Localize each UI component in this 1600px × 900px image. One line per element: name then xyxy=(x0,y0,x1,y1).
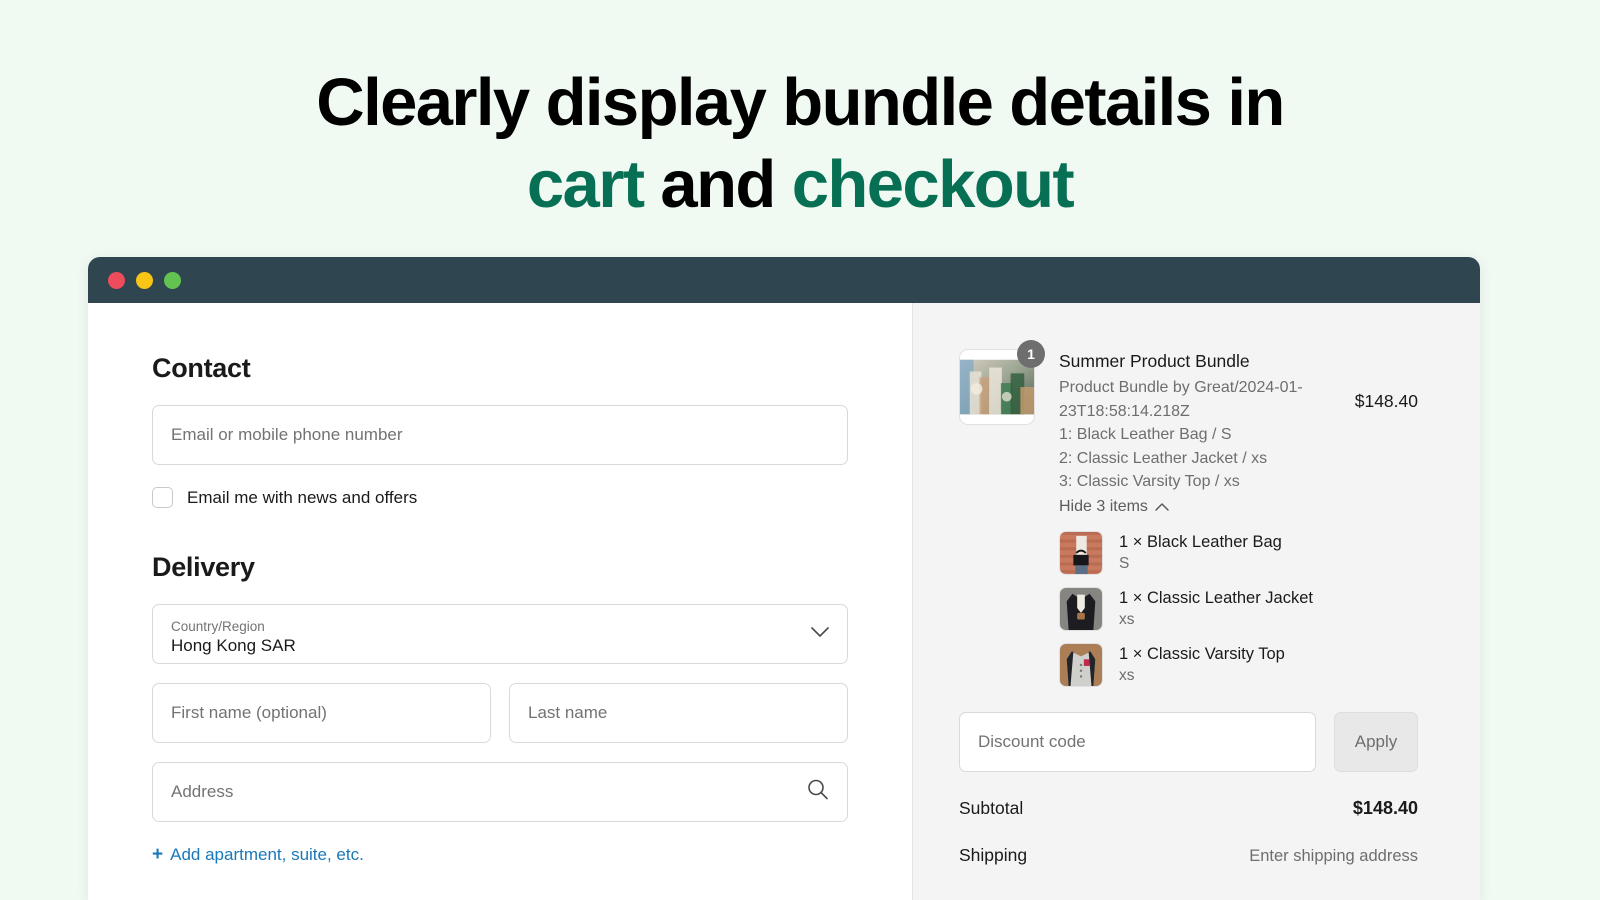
sub-item-variant: S xyxy=(1119,555,1130,572)
bundle-variant-3: 3: Classic Varsity Top / xs xyxy=(1059,473,1240,490)
sub-item-variant: xs xyxy=(1119,667,1135,684)
discount-code-placeholder: Discount code xyxy=(978,732,1086,751)
browser-window: Contact Email or mobile phone number Ema… xyxy=(88,257,1480,900)
toggle-bundle-items-label: Hide 3 items xyxy=(1059,497,1148,515)
hero-conjunction: and xyxy=(643,147,792,222)
add-apartment-link[interactable]: + Add apartment, suite, etc. xyxy=(152,844,848,866)
country-select[interactable]: Country/Region Hong Kong SAR xyxy=(152,604,848,664)
contact-heading: Contact xyxy=(152,353,251,383)
bundle-line-item: 1 Summer Product Bundle Product Bundle b… xyxy=(959,340,1418,518)
email-placeholder: Email or mobile phone number xyxy=(171,425,403,444)
classic-leather-jacket-image xyxy=(1060,588,1102,630)
shipping-value: Enter shipping address xyxy=(1249,847,1418,865)
discount-code-input[interactable]: Discount code xyxy=(959,712,1316,772)
sub-item-thumbnail-bag xyxy=(1059,531,1103,575)
order-summary-pane: 1 Summer Product Bundle Product Bundle b… xyxy=(912,303,1480,900)
sub-item-name: 1 × Classic Leather Jacket xyxy=(1119,589,1313,607)
sub-item-name: 1 × Classic Varsity Top xyxy=(1119,645,1285,663)
sub-item-text: 1 × Classic Varsity Top xs xyxy=(1119,643,1285,686)
sub-item-variant: xs xyxy=(1119,611,1135,628)
bundle-title: Summer Product Bundle xyxy=(1059,351,1250,371)
sub-item-text: 1 × Black Leather Bag S xyxy=(1119,531,1282,574)
hero-line-2: cart and checkout xyxy=(0,144,1600,226)
bundle-meta: Product Bundle by Great/2024-01-23T18:58… xyxy=(1059,379,1303,420)
checkout-form-pane: Contact Email or mobile phone number Ema… xyxy=(88,303,912,900)
shipping-label: Shipping xyxy=(959,845,1028,865)
name-row: First name (optional) Last name xyxy=(152,683,848,743)
address-field[interactable]: Address xyxy=(152,762,848,822)
chevron-up-icon xyxy=(1155,495,1169,519)
apply-discount-button[interactable]: Apply xyxy=(1334,712,1418,772)
newsletter-checkbox[interactable] xyxy=(152,487,173,508)
email-field[interactable]: Email or mobile phone number xyxy=(152,405,848,465)
shipping-row: Shipping Enter shipping address xyxy=(959,845,1418,866)
add-apartment-label: Add apartment, suite, etc. xyxy=(170,845,364,864)
browser-titlebar xyxy=(88,257,1480,303)
classic-varsity-top-image xyxy=(1060,644,1102,686)
maximize-dot-icon[interactable] xyxy=(164,271,181,289)
bundle-sub-items: 1 × Black Leather Bag S 1 × Classic Leat… xyxy=(1059,531,1418,687)
hero-accent-checkout: checkout xyxy=(791,147,1075,222)
toggle-bundle-items-button[interactable]: Hide 3 items xyxy=(1059,495,1339,519)
last-name-placeholder: Last name xyxy=(528,703,608,722)
sub-item-name: 1 × Black Leather Bag xyxy=(1119,533,1282,551)
address-placeholder: Address xyxy=(171,782,234,801)
black-leather-bag-image xyxy=(1060,532,1102,574)
subtotal-row: Subtotal $148.40 xyxy=(959,798,1418,819)
bundle-info: Summer Product Bundle Product Bundle by … xyxy=(1059,349,1339,518)
minimize-dot-icon[interactable] xyxy=(136,271,153,289)
first-name-field[interactable]: First name (optional) xyxy=(152,683,491,743)
discount-row: Discount code Apply xyxy=(959,712,1418,772)
country-label: Country/Region xyxy=(171,618,265,634)
first-name-placeholder: First name (optional) xyxy=(171,703,327,722)
country-value: Hong Kong SAR xyxy=(171,635,296,655)
last-name-field[interactable]: Last name xyxy=(509,683,848,743)
hero-accent-cart: cart xyxy=(526,147,645,222)
newsletter-label: Email me with news and offers xyxy=(187,487,418,507)
bundle-variant-1: 1: Black Leather Bag / S xyxy=(1059,426,1232,443)
bundle-price: $148.40 xyxy=(1354,391,1418,411)
delivery-heading: Delivery xyxy=(152,552,255,582)
bundle-variant-2: 2: Classic Leather Jacket / xs xyxy=(1059,449,1268,467)
checkout-page: Contact Email or mobile phone number Ema… xyxy=(88,303,1480,900)
search-icon[interactable] xyxy=(807,779,829,806)
hero-heading: Clearly display bundle details in cart a… xyxy=(0,0,1600,226)
sub-item-thumbnail-jacket xyxy=(1059,587,1103,631)
subtotal-value: $148.40 xyxy=(1352,798,1418,818)
list-item: 1 × Black Leather Bag S xyxy=(1059,531,1418,575)
list-item: 1 × Classic Varsity Top xs xyxy=(1059,643,1418,687)
bundle-quantity-badge: 1 xyxy=(1017,340,1045,368)
bundle-thumbnail-wrap: 1 xyxy=(959,340,1045,425)
subtotal-label: Subtotal xyxy=(959,798,1024,818)
sub-item-text: 1 × Classic Leather Jacket xs xyxy=(1119,587,1313,630)
plus-icon: + xyxy=(152,844,164,865)
close-dot-icon[interactable] xyxy=(108,271,125,289)
sub-item-thumbnail-varsity xyxy=(1059,643,1103,687)
hero-line-1: Clearly display bundle details in xyxy=(316,65,1285,140)
newsletter-checkbox-row[interactable]: Email me with news and offers xyxy=(152,487,848,508)
chevron-down-icon xyxy=(811,625,829,643)
list-item: 1 × Classic Leather Jacket xs xyxy=(1059,587,1418,631)
